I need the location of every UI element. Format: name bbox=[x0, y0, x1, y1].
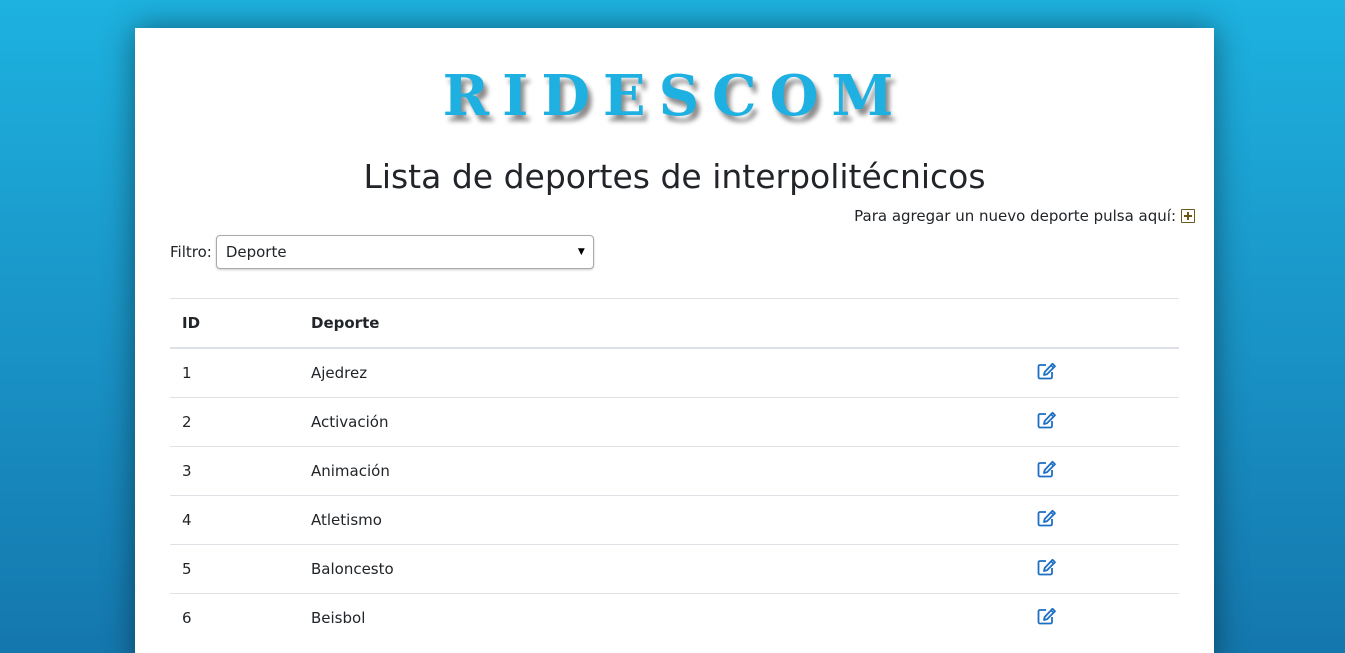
table-row: 3 Animación bbox=[170, 446, 1179, 496]
caret-down-icon: ▼ bbox=[577, 247, 585, 257]
page-title: Lista de deportes de interpolitécnicos bbox=[363, 157, 986, 196]
filter-row: Filtro: Deporte ▼ bbox=[170, 235, 594, 269]
cell-deporte: Beisbol bbox=[299, 593, 1025, 642]
cell-actions bbox=[1025, 347, 1179, 398]
column-header-id: ID bbox=[170, 298, 299, 349]
cell-id: 5 bbox=[170, 544, 299, 594]
table-row: 5 Baloncesto bbox=[170, 544, 1179, 594]
add-sport-row: Para agregar un nuevo deporte pulsa aquí… bbox=[854, 207, 1195, 225]
add-sport-prompt: Para agregar un nuevo deporte pulsa aquí… bbox=[854, 207, 1176, 225]
cell-actions bbox=[1025, 495, 1179, 545]
cell-id: 4 bbox=[170, 495, 299, 545]
cell-deporte: Activación bbox=[299, 397, 1025, 447]
cell-deporte: Animación bbox=[299, 446, 1025, 496]
cell-id: 3 bbox=[170, 446, 299, 496]
column-header-deporte: Deporte bbox=[299, 298, 1025, 349]
edit-icon[interactable] bbox=[1037, 509, 1057, 527]
cell-id: 2 bbox=[170, 397, 299, 447]
main-card: RIDESCOM Lista de deportes de interpolit… bbox=[135, 28, 1214, 653]
table-row: 2 Activación bbox=[170, 397, 1179, 447]
table-row: 4 Atletismo bbox=[170, 495, 1179, 545]
cell-actions bbox=[1025, 397, 1179, 447]
edit-icon[interactable] bbox=[1037, 362, 1057, 380]
cell-id: 6 bbox=[170, 593, 299, 642]
cell-actions bbox=[1025, 446, 1179, 496]
filter-selected-value: Deporte bbox=[225, 243, 287, 261]
cell-id: 1 bbox=[170, 347, 299, 398]
cell-deporte: Baloncesto bbox=[299, 544, 1025, 594]
table-header-row: ID Deporte bbox=[170, 298, 1179, 349]
edit-icon[interactable] bbox=[1037, 558, 1057, 576]
sports-table: ID Deporte 1 Ajedrez 2 Activación 3 Animación… bbox=[170, 298, 1179, 642]
edit-icon[interactable] bbox=[1037, 411, 1057, 429]
cell-actions bbox=[1025, 544, 1179, 594]
column-header-actions bbox=[1025, 298, 1179, 349]
plus-square-icon[interactable] bbox=[1181, 209, 1195, 223]
cell-deporte: Ajedrez bbox=[299, 347, 1025, 398]
table-row: 6 Beisbol bbox=[170, 593, 1179, 642]
table-row: 1 Ajedrez bbox=[170, 347, 1179, 398]
brand-logo: RIDESCOM bbox=[442, 63, 907, 129]
filter-label: Filtro: bbox=[170, 243, 212, 261]
filter-select[interactable]: Deporte ▼ bbox=[215, 235, 594, 269]
cell-actions bbox=[1025, 593, 1179, 642]
edit-icon[interactable] bbox=[1037, 607, 1057, 625]
cell-deporte: Atletismo bbox=[299, 495, 1025, 545]
edit-icon[interactable] bbox=[1037, 460, 1057, 478]
